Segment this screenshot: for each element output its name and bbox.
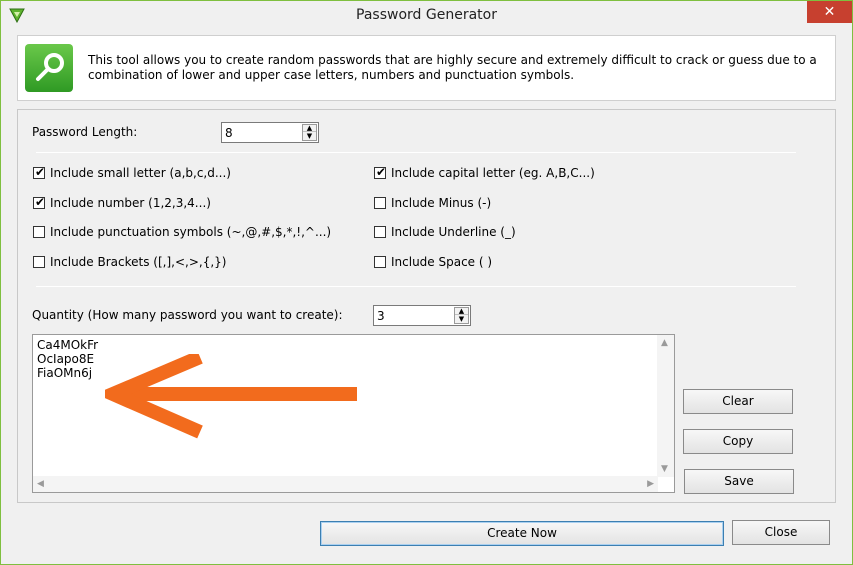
- checkbox-box[interactable]: ✔: [33, 195, 46, 209]
- checkbox-box[interactable]: ✔: [33, 165, 46, 179]
- quantity-label: Quantity (How many password you want to …: [32, 308, 343, 322]
- scroll-left-icon[interactable]: ◀: [37, 479, 44, 489]
- checkbox-box[interactable]: [33, 256, 45, 268]
- checkbox-box[interactable]: [374, 197, 386, 209]
- copy-button[interactable]: Copy: [683, 429, 793, 454]
- checkbox-label: Include Underline (_): [391, 225, 516, 239]
- checkbox-space[interactable]: Include Space ( ): [374, 255, 492, 269]
- scroll-down-icon[interactable]: ▼: [661, 464, 668, 474]
- spin-up-icon[interactable]: ▲: [303, 125, 316, 132]
- checkbox-box[interactable]: ✔: [374, 165, 387, 179]
- window-title: Password Generator: [356, 7, 497, 23]
- separator: [36, 286, 796, 287]
- client-area: This tool allows you to create random pa…: [9, 31, 844, 558]
- checkmark-icon: ✔: [35, 165, 46, 179]
- quantity-value: 3: [377, 309, 385, 323]
- info-description: This tool allows you to create random pa…: [88, 53, 817, 82]
- spin-down-icon[interactable]: ▼: [455, 316, 468, 323]
- save-button[interactable]: Save: [684, 469, 794, 494]
- checkbox-box[interactable]: [374, 256, 386, 268]
- spin-down-icon[interactable]: ▼: [303, 133, 316, 140]
- password-length-label: Password Length:: [32, 125, 138, 139]
- checkmark-icon: ✔: [376, 165, 387, 179]
- password-length-arrows[interactable]: ▲ ▼: [302, 124, 317, 141]
- password-line: OcIapo8E: [37, 352, 95, 366]
- checkbox-capital-letter[interactable]: ✔ Include capital letter (eg. A,B,C...): [374, 165, 595, 180]
- scroll-right-icon[interactable]: ▶: [647, 479, 654, 489]
- quantity-arrows[interactable]: ▲ ▼: [454, 307, 469, 324]
- checkbox-label: Include Space ( ): [391, 255, 493, 269]
- checkbox-label: Include punctuation symbols (~,@,#,$,*,!…: [50, 225, 332, 239]
- checkbox-underline[interactable]: Include Underline (_): [374, 225, 516, 239]
- spin-up-icon[interactable]: ▲: [455, 308, 468, 315]
- checkbox-label: Include small letter (a,b,c,d...): [50, 166, 231, 180]
- password-line: Ca4MOkFr: [37, 338, 99, 352]
- window-close-button[interactable]: ✕: [807, 1, 852, 23]
- checkbox-label: Include capital letter (eg. A,B,C...): [391, 166, 595, 180]
- password-length-value: 8: [225, 126, 233, 140]
- clear-button[interactable]: Clear: [683, 389, 793, 414]
- checkbox-brackets[interactable]: Include Brackets ([,],<,>,{,}): [33, 255, 226, 269]
- annotation-arrow-icon: [105, 354, 357, 439]
- horizontal-scrollbar[interactable]: ◀ ▶: [33, 476, 658, 492]
- checkbox-box[interactable]: [33, 226, 45, 238]
- checkbox-small-letter[interactable]: ✔ Include small letter (a,b,c,d...): [33, 165, 231, 180]
- close-button[interactable]: Close: [732, 520, 830, 545]
- separator: [36, 152, 796, 153]
- create-now-button[interactable]: Create Now: [320, 521, 724, 546]
- search-key-icon: [25, 44, 73, 92]
- checkbox-label: Include number (1,2,3,4...): [50, 196, 211, 210]
- checkbox-punctuation[interactable]: Include punctuation symbols (~,@,#,$,*,!…: [33, 225, 331, 239]
- password-generator-window: Password Generator ✕ This tool allows yo…: [0, 0, 853, 565]
- quantity-spinner[interactable]: 3 ▲ ▼: [373, 305, 471, 326]
- password-length-spinner[interactable]: 8 ▲ ▼: [221, 122, 319, 143]
- info-panel: This tool allows you to create random pa…: [17, 35, 836, 101]
- checkbox-label: Include Brackets ([,],<,>,{,}): [50, 255, 227, 269]
- password-line: FiaOMn6j: [37, 366, 93, 380]
- checkbox-number[interactable]: ✔ Include number (1,2,3,4...): [33, 195, 211, 210]
- checkbox-minus[interactable]: Include Minus (-): [374, 196, 491, 210]
- checkbox-label: Include Minus (-): [391, 196, 492, 210]
- checkbox-box[interactable]: [374, 226, 386, 238]
- password-list: Ca4MOkFr OcIapo8E FiaOMn6j: [37, 338, 98, 380]
- checkmark-icon: ✔: [35, 195, 46, 209]
- vertical-scrollbar[interactable]: ▲ ▼: [657, 335, 674, 477]
- title-bar: Password Generator ✕: [1, 1, 852, 31]
- scroll-up-icon[interactable]: ▲: [661, 338, 668, 348]
